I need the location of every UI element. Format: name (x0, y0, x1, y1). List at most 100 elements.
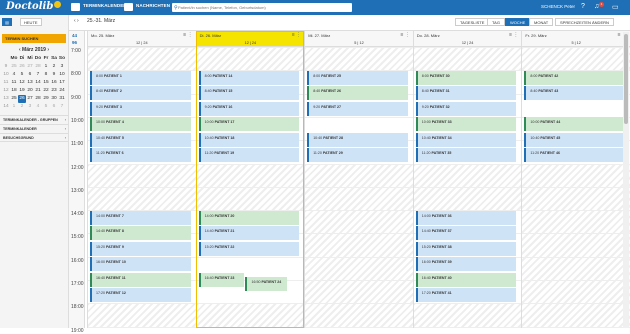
appointment[interactable]: 15:20 PATIENT 38 (415, 241, 517, 256)
day-header[interactable]: Mo. 25. März 12 | 24 ≡ ⋮ (88, 31, 196, 47)
day-menu-icon[interactable]: ≡ ⋮ (400, 32, 409, 38)
calendar-day[interactable]: 25 (10, 95, 18, 103)
day-column[interactable]: Do. 28. März 12 | 24 ≡ ⋮ 8:00 PATIENT 30 8:4… (412, 31, 522, 328)
calendar-day[interactable]: 1 (10, 103, 18, 111)
day-header[interactable]: Do. 28. März 12 | 24 ≡ ⋮ (413, 31, 522, 47)
view-monat[interactable]: MONAT (529, 18, 554, 26)
appointment[interactable]: 10:40 PATIENT 28 (307, 132, 408, 147)
appointment[interactable]: 8:00 PATIENT 30 (415, 70, 517, 85)
appointment[interactable]: 14:00 PATIENT 36 (415, 210, 517, 225)
appointment[interactable]: 8:40 PATIENT 15 (198, 86, 300, 101)
calendar-day[interactable]: 21 (34, 87, 42, 95)
day-header[interactable]: Mi. 27. März 5 | 12 ≡ ⋮ (305, 31, 413, 47)
calendar-day[interactable]: 29 (42, 95, 50, 103)
calendar-day[interactable]: 28 (34, 63, 42, 71)
day-column[interactable]: Di. 26. März 12 | 24 ≡ ⋮ 8:00 PATIENT 14 8:4… (195, 31, 305, 328)
search-input[interactable] (172, 3, 352, 12)
calendar-day[interactable]: 18 (10, 87, 18, 95)
calendar-day[interactable]: 19 (18, 87, 26, 95)
appointment[interactable]: 15:20 PATIENT 22 (198, 241, 300, 256)
calendar-day[interactable]: 17 (58, 79, 66, 87)
appointment[interactable]: 15:20 PATIENT 9 (90, 241, 191, 256)
appointment[interactable]: 8:40 PATIENT 2 (90, 86, 191, 101)
calendar-day[interactable]: 20 (26, 87, 34, 95)
appointment[interactable]: 8:40 PATIENT 43 (524, 86, 625, 101)
calendar-day[interactable]: 26 (18, 63, 26, 71)
appointment[interactable]: 8:40 PATIENT 31 (415, 86, 517, 101)
logo[interactable]: Doctolib (6, 1, 62, 12)
appointment[interactable]: 16:40 PATIENT 40 (415, 272, 517, 287)
section-calendar[interactable]: TERMINKALENDER › (0, 124, 69, 133)
nav-calendar[interactable]: TERMINKALENDER (83, 3, 127, 8)
appointment[interactable]: 16:00 PATIENT 39 (415, 257, 517, 272)
calendar-day[interactable]: 16 (50, 79, 58, 87)
day-header[interactable]: Di. 26. März 12 | 24 ≡ ⋮ (196, 31, 305, 47)
appointment[interactable]: 9:20 PATIENT 27 (307, 101, 408, 116)
calendar-day[interactable]: 3 (26, 103, 34, 111)
calendar-day[interactable]: 4 (10, 71, 18, 79)
appointment[interactable]: 14:00 PATIENT 7 (90, 210, 191, 225)
appointment[interactable]: 14:40 PATIENT 37 (415, 226, 517, 241)
view-tagesliste[interactable]: TAGESLISTE (455, 18, 490, 26)
calendar-toggle-icon[interactable]: ▤ (2, 18, 12, 26)
calendar-day[interactable]: 2 (18, 103, 26, 111)
appointment[interactable]: 10:00 PATIENT 44 (524, 117, 625, 132)
day-header[interactable]: Fr. 29. März5 | 12≡ ⋮ (522, 31, 630, 47)
appointment[interactable]: 11:20 PATIENT 6 (90, 148, 191, 163)
appointment[interactable]: 10:40 PATIENT 18 (198, 132, 300, 147)
appointment[interactable]: 17:20 PATIENT 12 (90, 288, 191, 303)
appointment[interactable]: 8:00 PATIENT 1 (90, 70, 191, 85)
calendar-day[interactable]: 28 (34, 95, 42, 103)
day-column[interactable]: Mo. 25. März 12 | 24 ≡ ⋮ 8:00 PATIENT 1 8:40… (87, 31, 196, 328)
user-menu[interactable]: SCHENCK Peter (541, 4, 575, 9)
calendar-day[interactable]: 27 (26, 63, 34, 71)
calendar-day[interactable]: 7 (58, 103, 66, 111)
today-button[interactable]: HEUTE (20, 18, 42, 26)
calendar-day[interactable]: 26 (18, 95, 26, 103)
appointment[interactable]: 9:20 PATIENT 32 (415, 101, 517, 116)
change-hours-button[interactable]: SPRECHZEITEN ÄNDERN (555, 18, 614, 26)
calendar-day[interactable]: 7 (34, 71, 42, 79)
day-column[interactable]: Mi. 27. März 5 | 12 ≡ ⋮ 8:00 PATIENT 25 8:40… (304, 31, 413, 328)
calendar-day[interactable]: 10 (58, 71, 66, 79)
next-month-icon[interactable]: › (47, 47, 49, 53)
month-label[interactable]: März (22, 47, 33, 53)
appointment[interactable]: 10:00 PATIENT 33 (415, 117, 517, 132)
calendar-day[interactable]: 23 (50, 87, 58, 95)
appointment[interactable]: 16:00 PATIENT 10 (90, 257, 191, 272)
calendar-day[interactable]: 25 (10, 63, 18, 71)
help-icon[interactable]: ? (581, 3, 585, 10)
monitor-icon[interactable]: ▭ (612, 3, 619, 11)
calendar-day[interactable]: 11 (10, 79, 18, 87)
view-tag[interactable]: TAG (487, 18, 505, 26)
year-label[interactable]: 2019 (35, 47, 46, 53)
appointment[interactable]: 16:40 PATIENT 23 (198, 272, 245, 287)
appointment[interactable]: 9:20 PATIENT 3 (90, 101, 191, 116)
calendar-day[interactable]: 9 (50, 71, 58, 79)
calendar-day[interactable]: 4 (34, 103, 42, 111)
appointment[interactable]: 9:20 PATIENT 16 (198, 101, 300, 116)
calendar-day[interactable]: 1 (42, 63, 50, 71)
appointment[interactable]: 16:40 PATIENT 11 (90, 272, 191, 287)
appointment[interactable]: 11:20 PATIENT 46 (524, 148, 625, 163)
appointment[interactable]: 8:00 PATIENT 25 (307, 70, 408, 85)
appointment[interactable]: 8:00 PATIENT 14 (198, 70, 300, 85)
appointment[interactable]: 10:40 PATIENT 5 (90, 132, 191, 147)
calendar-day[interactable]: 31 (58, 95, 66, 103)
calendar-day[interactable]: 24 (58, 87, 66, 95)
appointment[interactable]: 16:50 PATIENT 24 (245, 276, 287, 291)
appointment[interactable]: 10:00 PATIENT 17 (198, 117, 300, 132)
appointment[interactable]: 14:40 PATIENT 21 (198, 226, 300, 241)
section-reason[interactable]: BESUCHSGRUND › (0, 133, 69, 142)
termin-suchen-button[interactable]: TERMIN SUCHEN (2, 34, 66, 43)
day-menu-icon[interactable]: ≡ ⋮ (183, 32, 192, 38)
day-menu-icon[interactable]: ≡ ⋮ (509, 32, 518, 38)
appointment[interactable]: 10:40 PATIENT 45 (524, 132, 625, 147)
calendar-day[interactable]: 30 (50, 95, 58, 103)
calendar-day[interactable]: 2 (50, 63, 58, 71)
appointment[interactable]: 14:00 PATIENT 20 (198, 210, 300, 225)
appointment[interactable]: 8:00 PATIENT 42 (524, 70, 625, 85)
scrollbar-thumb[interactable] (624, 34, 628, 124)
appointment[interactable]: 17:20 PATIENT 41 (415, 288, 517, 303)
day-column[interactable]: Fr. 29. März5 | 12≡ ⋮ 8:00 PATIENT 428:40… (521, 31, 630, 328)
